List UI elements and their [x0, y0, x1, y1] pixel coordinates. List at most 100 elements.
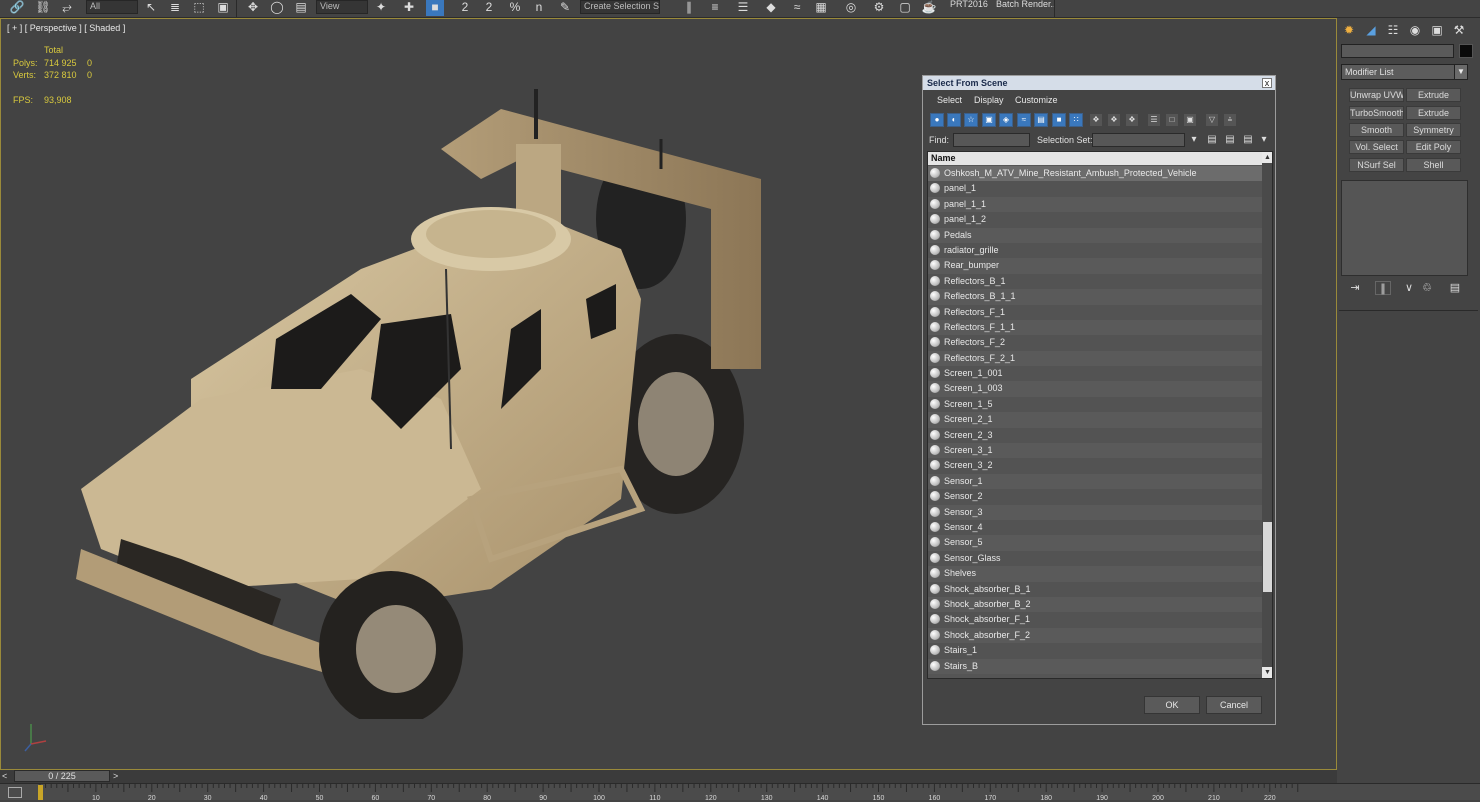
pivot-center-icon[interactable]: ✦: [372, 0, 390, 16]
list-item[interactable]: Screen_3_1: [928, 443, 1262, 459]
pin-stack-icon[interactable]: ⇥: [1347, 281, 1363, 295]
open-mini-curve-editor-icon[interactable]: [8, 787, 22, 798]
utilities-tab-icon[interactable]: ⚒: [1451, 22, 1467, 38]
list-item[interactable]: Reflectors_F_1: [928, 304, 1262, 320]
options-arrow-icon[interactable]: ▾: [1257, 133, 1271, 147]
time-slider-track[interactable]: [0, 770, 1337, 783]
modify-tab-icon[interactable]: ◢: [1363, 22, 1379, 38]
list-item[interactable]: Screen_1_001: [928, 366, 1262, 382]
show-end-result-icon[interactable]: ∥: [1375, 281, 1391, 295]
menu-customize[interactable]: Customize: [1015, 95, 1058, 105]
window-crossing-icon[interactable]: ▣: [214, 0, 232, 16]
render-setup-icon[interactable]: ⚙: [870, 0, 888, 16]
rendered-frame-window-icon[interactable]: ▢: [896, 0, 914, 16]
render-icon[interactable]: ☕: [920, 0, 938, 16]
rectangle-selection-icon[interactable]: ⬚: [190, 0, 208, 16]
keyboard-shortcut-override-icon[interactable]: ■: [426, 0, 444, 16]
list-item[interactable]: Reflectors_B_1_1: [928, 289, 1262, 305]
list-item[interactable]: Reflectors_F_1_1: [928, 319, 1262, 336]
modifier-button[interactable]: Vol. Select: [1349, 140, 1404, 154]
chevron-down-icon[interactable]: ▼: [1454, 64, 1468, 80]
modifier-button[interactable]: NSurf Sel: [1349, 158, 1404, 172]
list-item[interactable]: Sensor_1: [928, 473, 1262, 490]
hierarchy-view-icon[interactable]: □: [1165, 113, 1179, 127]
scrollbar-thumb[interactable]: [1263, 522, 1272, 592]
modifier-button[interactable]: Shell: [1406, 158, 1461, 172]
modifier-button[interactable]: Extrude: [1406, 106, 1461, 120]
list-item[interactable]: Shock_absorber_B_1: [928, 581, 1262, 597]
list-item[interactable]: Sensor_Glass: [928, 550, 1262, 567]
next-frame-button[interactable]: >: [113, 771, 118, 781]
percent-snap-icon[interactable]: %: [506, 0, 524, 16]
layer-view-icon[interactable]: ▣: [1183, 113, 1197, 127]
list-item[interactable]: Sensor_4: [928, 519, 1262, 536]
list-item[interactable]: Shelves: [928, 566, 1262, 582]
object-color-swatch[interactable]: [1459, 44, 1473, 58]
display-xrefs-icon[interactable]: ■: [1052, 113, 1066, 127]
filter-settings-icon[interactable]: ⩮: [1223, 113, 1237, 127]
unlink-icon[interactable]: ⛓: [34, 0, 52, 16]
modifier-button[interactable]: Unwrap UVW: [1349, 88, 1404, 102]
display-groups-icon[interactable]: ▤: [1034, 113, 1048, 127]
list-item[interactable]: Rear_bumper: [928, 258, 1262, 274]
select-none-icon[interactable]: ❖: [1107, 113, 1121, 127]
display-lights-icon[interactable]: ☆: [964, 113, 978, 127]
curve-editor-icon[interactable]: ≈: [788, 0, 806, 16]
list-item[interactable]: radiator_grille: [928, 242, 1262, 259]
list-item[interactable]: Shock_absorber_B_2: [928, 596, 1262, 613]
list-item[interactable]: Sensor_5: [928, 535, 1262, 551]
previous-frame-button[interactable]: <: [2, 771, 7, 781]
chevron-down-icon[interactable]: ▾: [1187, 133, 1201, 147]
selection-filter-dropdown[interactable]: All: [86, 0, 138, 14]
graphite-modeling-icon[interactable]: ◆: [762, 0, 780, 16]
list-item[interactable]: Reflectors_F_2_1: [928, 350, 1262, 367]
hierarchy-tab-icon[interactable]: ☷: [1385, 22, 1401, 38]
motion-tab-icon[interactable]: ◉: [1407, 22, 1423, 38]
display-geometry-icon[interactable]: ●: [930, 113, 944, 127]
link-icon[interactable]: 🔗: [8, 0, 26, 16]
layer-manager-icon[interactable]: ☰: [734, 0, 752, 16]
modifier-button[interactable]: Smooth: [1349, 123, 1404, 137]
mrap-vehicle-model[interactable]: [61, 69, 781, 719]
modifier-button[interactable]: Edit Poly: [1406, 140, 1461, 154]
select-by-name-icon[interactable]: ≣: [166, 0, 184, 16]
scroll-down-icon[interactable]: ▼: [1262, 667, 1272, 678]
select-invert-icon[interactable]: ❖: [1125, 113, 1139, 127]
list-item[interactable]: Sensor_3: [928, 504, 1262, 520]
list-item[interactable]: Pedals: [928, 227, 1262, 243]
angle-snap-icon[interactable]: 2: [480, 0, 498, 16]
reference-coordinate-dropdown[interactable]: View: [316, 0, 368, 14]
modifier-button[interactable]: Symmetry: [1406, 123, 1461, 137]
add-to-selection-set-icon[interactable]: ▤: [1223, 133, 1237, 147]
align-icon[interactable]: ≡: [706, 0, 724, 16]
cancel-button[interactable]: Cancel: [1206, 696, 1262, 714]
close-icon[interactable]: x: [1262, 78, 1272, 88]
track-bar[interactable]: 10 20 30 40 50 60 70 80 90 100 110 120 130 140 150 160 1…: [0, 783, 1480, 802]
list-item[interactable]: Shock_absorber_F_1: [928, 612, 1262, 628]
list-item[interactable]: Reflectors_B_1: [928, 273, 1262, 290]
list-item[interactable]: Screen_1_003: [928, 381, 1262, 397]
list-item[interactable]: Shock_absorber_F_2: [928, 627, 1262, 644]
list-item[interactable]: Screen_1_5: [928, 396, 1262, 413]
filter-icon[interactable]: ▽: [1205, 113, 1219, 127]
list-item[interactable]: Screen_2_1: [928, 412, 1262, 428]
move-icon[interactable]: ✥: [244, 0, 262, 16]
configure-modifier-sets-icon[interactable]: ▤: [1447, 281, 1463, 295]
modifier-stack[interactable]: [1341, 180, 1468, 276]
time-slider[interactable]: 0 / 225: [14, 770, 110, 782]
modifier-button[interactable]: Extrude: [1406, 88, 1461, 102]
subtract-from-selection-set-icon[interactable]: ▤: [1241, 133, 1255, 147]
display-shapes-icon[interactable]: ◐: [947, 113, 961, 127]
list-item[interactable]: Sensor_2: [928, 489, 1262, 505]
list-item[interactable]: Oshkosh_M_ATV_Mine_Resistant_Ambush_Prot…: [928, 166, 1262, 182]
rotate-icon[interactable]: ◯: [268, 0, 286, 16]
edit-named-selection-icon[interactable]: ✎: [556, 0, 574, 16]
display-cameras-icon[interactable]: ▣: [982, 113, 996, 127]
display-spacewarps-icon[interactable]: ≈: [1017, 113, 1031, 127]
select-object-icon[interactable]: ↖: [142, 0, 160, 16]
create-selection-set-icon[interactable]: ▤: [1205, 133, 1219, 147]
scale-icon[interactable]: ▤: [292, 0, 310, 16]
dialog-title[interactable]: Select From Scene: [923, 76, 1275, 90]
remove-modifier-icon[interactable]: ♲: [1419, 281, 1435, 295]
menu-select[interactable]: Select: [937, 95, 962, 105]
